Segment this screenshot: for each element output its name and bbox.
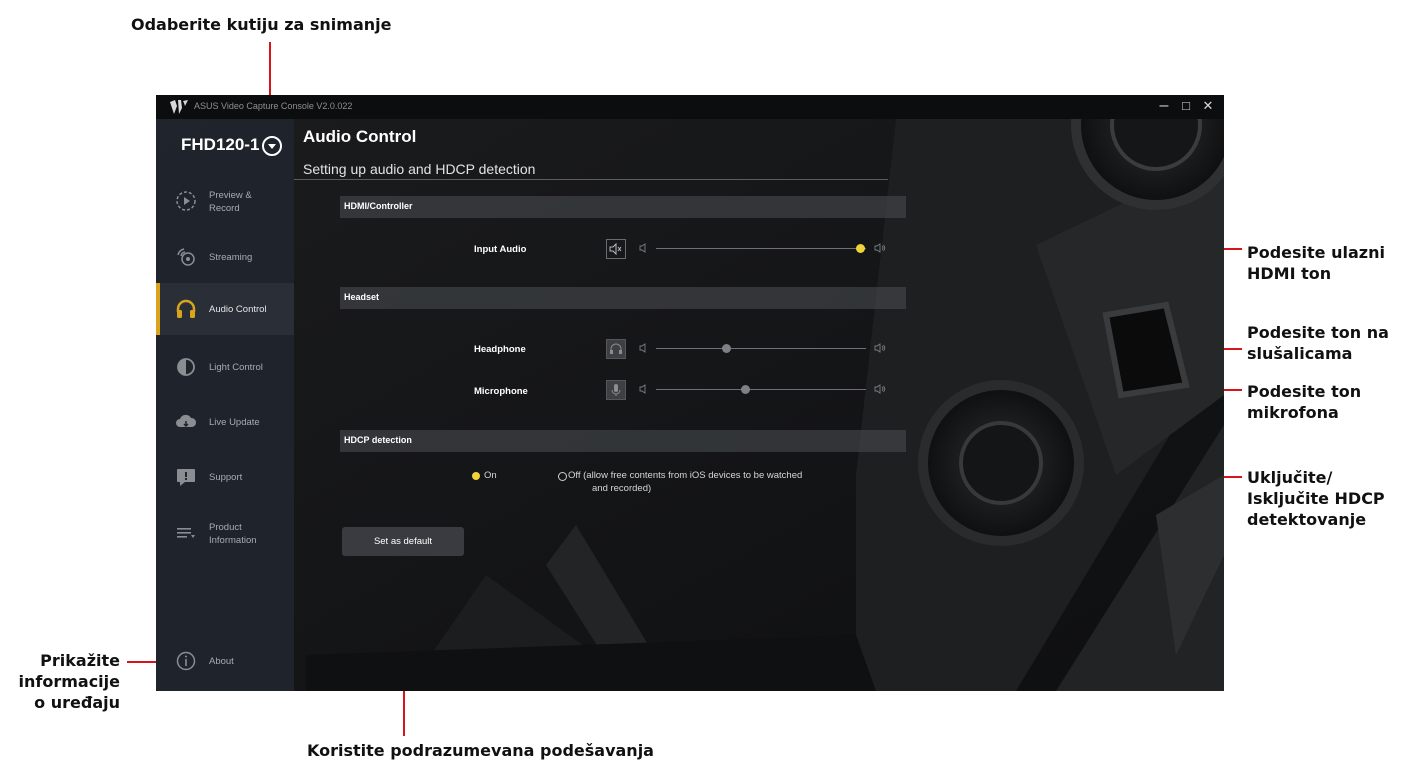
- volume-high-icon: [874, 243, 886, 253]
- callout-input-audio: Podesite ulazni HDMI ton: [1247, 242, 1385, 284]
- tuf-logo-icon: [170, 100, 188, 114]
- sidebar-item-label: Live Update: [209, 417, 260, 428]
- callout-microphone-line1: Podesite ton: [1247, 382, 1362, 401]
- callout-microphone: Podesite ton mikrofona: [1247, 381, 1361, 423]
- hdcp-on-label[interactable]: On: [484, 469, 497, 482]
- sidebar-item-label-line1: Preview &: [209, 190, 252, 201]
- device-dropdown-icon[interactable]: [262, 136, 282, 156]
- sidebar-item-preview-record[interactable]: Preview & Record: [156, 175, 294, 227]
- sidebar-item-about[interactable]: About: [156, 635, 294, 687]
- info-icon: [176, 651, 196, 671]
- callout-headphone-line1: Podesite ton na: [1247, 323, 1389, 342]
- sidebar-item-label-line2: Information: [209, 535, 257, 546]
- sidebar-item-label: Preview & Record: [209, 189, 252, 215]
- callout-headphone: Podesite ton na slušalicama: [1247, 322, 1389, 364]
- volume-low-icon: [639, 384, 646, 394]
- section-hdcp-detection: HDCP detection: [340, 430, 906, 452]
- section-label: HDCP detection: [344, 435, 412, 445]
- callout-hdcp-line3: detektovanje: [1247, 510, 1367, 529]
- contrast-icon: [177, 358, 195, 376]
- maximize-button[interactable]: □: [1178, 96, 1194, 116]
- callout-microphone-line2: mikrofona: [1247, 403, 1339, 422]
- callout-select-capture-box: Odaberite kutiju za snimanje: [131, 15, 392, 34]
- chat-icon: [177, 469, 195, 486]
- subtitle-divider: [294, 179, 888, 180]
- volume-low-icon: [639, 243, 646, 253]
- hdcp-off-radio[interactable]: [558, 472, 567, 481]
- callout-headphone-line2: slušalicama: [1247, 344, 1353, 363]
- page-title: Audio Control: [303, 127, 417, 146]
- main-content: Audio Control Setting up audio and HDCP …: [294, 119, 1224, 691]
- callout-input-audio-line2: HDMI ton: [1247, 264, 1332, 283]
- sidebar-item-product-information[interactable]: Product Information: [156, 507, 294, 559]
- sidebar-item-label: Support: [209, 472, 243, 483]
- sidebar-item-live-update[interactable]: Live Update: [156, 396, 294, 448]
- headphone-slider-thumb[interactable]: [722, 344, 731, 353]
- speaker-device-icon: [606, 239, 626, 259]
- hdcp-on-radio[interactable]: [472, 472, 480, 480]
- headphone-slider[interactable]: [656, 348, 866, 349]
- list-icon: [177, 528, 195, 538]
- device-name: FHD120-1: [181, 135, 260, 154]
- callout-device-info: Prikažite informacije o uređaju: [8, 650, 121, 713]
- microphone-label: Microphone: [474, 386, 528, 397]
- callout-device-info-line1: Prikažite: [40, 651, 120, 670]
- callout-use-defaults: Koristite podrazumevana podešavanja: [307, 741, 654, 760]
- volume-high-icon: [874, 384, 886, 394]
- close-button[interactable]: ✕: [1200, 96, 1216, 116]
- sidebar-item-label: Streaming: [209, 252, 253, 263]
- section-headset: Headset: [340, 287, 906, 309]
- sidebar-item-label: Product Information: [209, 521, 257, 547]
- callout-device-info-line3: o uređaju: [34, 693, 120, 712]
- microphone-slider[interactable]: [656, 389, 866, 390]
- section-label: Headset: [344, 292, 380, 302]
- headphones-icon: [176, 299, 196, 318]
- sidebar-item-label-line2: Record: [209, 203, 240, 214]
- sidebar-item-audio-control[interactable]: Audio Control: [156, 283, 294, 335]
- volume-high-icon: [874, 343, 886, 353]
- callout-input-audio-line1: Podesite ulazni: [1247, 243, 1385, 262]
- headphone-device-icon: [606, 339, 626, 359]
- hdcp-off-label-line1: Off (allow free contents from iOS device…: [568, 470, 803, 481]
- section-hdmi-controller: HDMI/Controller: [340, 196, 906, 218]
- headphone-label: Headphone: [474, 344, 526, 355]
- input-audio-label: Input Audio: [474, 244, 527, 255]
- sidebar-item-light-control[interactable]: Light Control: [156, 341, 294, 393]
- input-audio-slider-thumb[interactable]: [856, 244, 865, 253]
- callout-hdcp: Uključite/ Isključite HDCP detektovanje: [1247, 467, 1385, 530]
- broadcast-icon: [177, 248, 195, 266]
- window-title: ASUS Video Capture Console V2.0.022: [194, 101, 353, 111]
- cloud-icon: [176, 414, 197, 428]
- play-circle-icon: [176, 191, 196, 211]
- sidebar-item-label-line1: Product: [209, 522, 242, 533]
- hdcp-off-label-line2: and recorded): [592, 483, 652, 494]
- set-as-default-button[interactable]: Set as default: [342, 527, 464, 556]
- title-bar: ASUS Video Capture Console V2.0.022 – □ …: [156, 95, 1224, 119]
- app-window: ASUS Video Capture Console V2.0.022 – □ …: [156, 95, 1224, 691]
- sidebar-item-support[interactable]: Support: [156, 451, 294, 503]
- window-controls: – □ ✕: [1156, 96, 1216, 116]
- callout-hdcp-line1: Uključite/: [1247, 468, 1333, 487]
- sidebar-item-label: Light Control: [209, 362, 263, 373]
- sidebar: FHD120-1 Preview & Record Streaming Audi…: [156, 119, 294, 691]
- sidebar-item-label: About: [209, 656, 234, 667]
- sidebar-item-streaming[interactable]: Streaming: [156, 231, 294, 283]
- section-label: HDMI/Controller: [344, 201, 413, 211]
- microphone-slider-thumb[interactable]: [741, 385, 750, 394]
- callout-hdcp-line2: Isključite HDCP: [1247, 489, 1385, 508]
- hdcp-off-label[interactable]: Off (allow free contents from iOS device…: [568, 469, 802, 495]
- microphone-device-icon: [606, 380, 626, 400]
- volume-low-icon: [639, 343, 646, 353]
- sidebar-item-label: Audio Control: [209, 304, 267, 315]
- input-audio-slider[interactable]: [656, 248, 866, 249]
- minimize-button[interactable]: –: [1156, 96, 1172, 116]
- callout-device-info-line2: informacije: [18, 672, 121, 691]
- page-subtitle: Setting up audio and HDCP detection: [303, 161, 536, 177]
